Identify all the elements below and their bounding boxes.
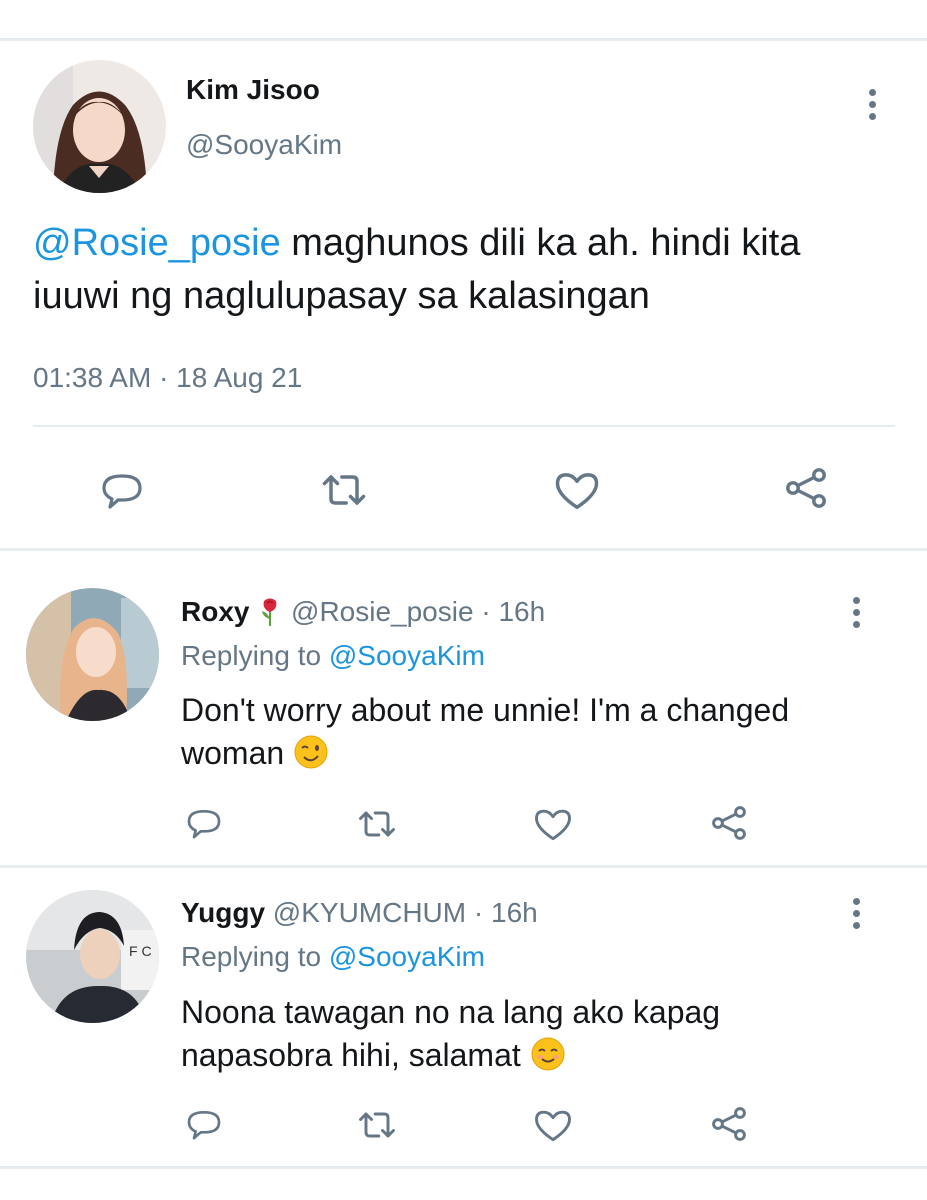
replying-to-label: Replying to (181, 640, 322, 671)
tweet-text: maghunos dili ka ah. hindi kita (291, 222, 801, 264)
like-icon[interactable] (531, 1103, 575, 1147)
reply2-header: Yuggy @KYUMCHUM · 16h (181, 897, 538, 929)
roxy-avatar[interactable] (26, 588, 159, 721)
reply2-author-handle[interactable]: @KYUMCHUM (273, 897, 466, 928)
rose-emoji (262, 598, 277, 626)
reply2-time[interactable]: · 16h (474, 897, 538, 928)
replying-to-label: Replying to (181, 941, 322, 972)
reply1-text-line2-text: woman (181, 735, 285, 771)
svg-text:F C: F C (129, 943, 152, 959)
share-icon[interactable] (707, 801, 751, 845)
reply2-replying-to: Replying to @SooyaKim (181, 941, 485, 973)
top-divider (0, 38, 927, 41)
reply2-divider (0, 1166, 927, 1169)
tweet-timestamp[interactable]: 01:38 AM · 18 Aug 21 (33, 362, 302, 394)
reply1-time[interactable]: · 16h (481, 596, 545, 627)
more-options-icon[interactable] (863, 86, 883, 126)
main-tweet-divider (0, 548, 927, 551)
like-icon[interactable] (551, 464, 603, 516)
replying-to-handle[interactable]: @SooyaKim (329, 640, 485, 671)
like-icon[interactable] (531, 802, 575, 846)
reply2-text-line2: napasobra hihi, salamat (181, 1036, 566, 1074)
winking-face-emoji (294, 735, 328, 769)
mention-link[interactable]: @Rosie_posie (33, 222, 281, 264)
reply-icon[interactable] (184, 803, 224, 843)
main-tweet-text-line2: iuuwi ng naglulupasay sa kalasingan (33, 275, 650, 317)
retweet-icon[interactable] (355, 802, 399, 846)
reply1-header: Roxy @Rosie_posie · 16h (181, 596, 545, 628)
reply1-author-name[interactable]: Roxy (181, 596, 249, 627)
reply-icon[interactable] (184, 1104, 224, 1144)
reply2-text-line1: Noona tawagan no na lang ako kapag (181, 994, 721, 1030)
yuggy-avatar[interactable]: F C (26, 890, 159, 1023)
main-tweet-text-line1: @Rosie_posie maghunos dili ka ah. hindi … (33, 222, 800, 265)
more-options-icon[interactable] (847, 895, 867, 935)
reply1-text-line1: Don't worry about me unnie! I'm a change… (181, 692, 790, 728)
retweet-icon[interactable] (355, 1103, 399, 1147)
reply-icon[interactable] (98, 466, 146, 514)
kim-jisoo-avatar[interactable] (33, 60, 166, 193)
replying-to-handle[interactable]: @SooyaKim (329, 941, 485, 972)
reply1-author-handle[interactable]: @Rosie_posie (291, 596, 474, 627)
main-author-name[interactable]: Kim Jisoo (186, 74, 320, 106)
timestamp-divider (33, 425, 895, 427)
smiling-face-emoji (531, 1037, 565, 1071)
more-options-icon[interactable] (847, 594, 867, 634)
reply2-author-name[interactable]: Yuggy (181, 897, 265, 928)
reply2-text-line2-text: napasobra hihi, salamat (181, 1037, 521, 1073)
main-author-handle[interactable]: @SooyaKim (186, 129, 342, 161)
reply1-text-line2: woman (181, 734, 329, 772)
reply1-replying-to: Replying to @SooyaKim (181, 640, 485, 672)
share-icon[interactable] (707, 1102, 751, 1146)
share-icon[interactable] (780, 462, 832, 514)
retweet-icon[interactable] (318, 464, 370, 516)
reply1-divider (0, 865, 927, 868)
